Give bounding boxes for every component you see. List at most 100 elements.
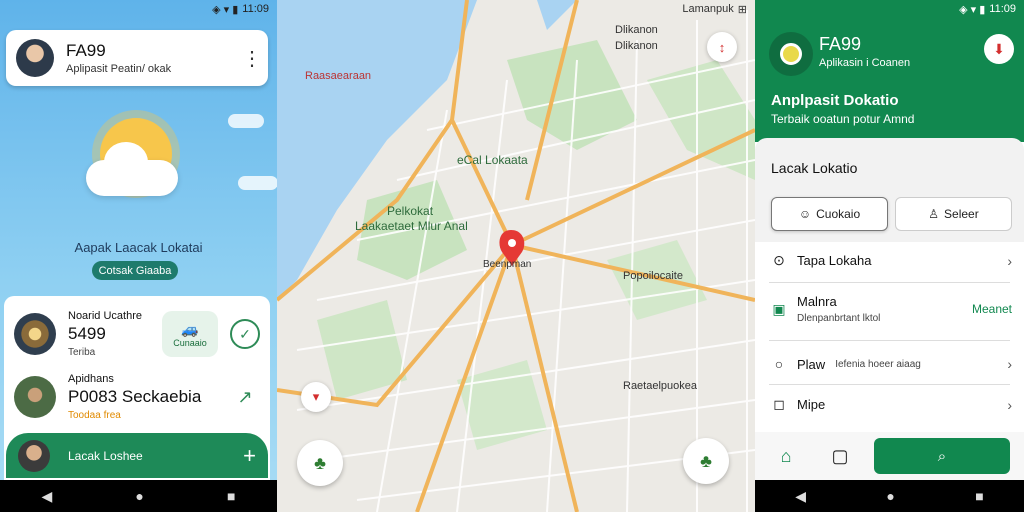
chevron-right-icon: › [1007,396,1012,413]
status-time: 11:09 [989,3,1016,15]
app-title: FA99 [66,41,106,60]
app-logo [769,32,813,76]
home-icon[interactable]: ● [886,488,894,504]
list-item-subtitle: Dlenpanbrtant lktol [797,313,881,324]
more-menu-icon[interactable]: ⋮ [242,46,262,71]
car-icon: 🚙 [181,320,199,337]
arrow-icon[interactable]: ↗ [230,387,260,408]
search-button[interactable]: ⌕ [874,438,1010,474]
tree-right-button[interactable]: ♣ [683,438,729,484]
divider [769,384,1010,385]
edit-icon[interactable]: ▢ [823,446,857,467]
list-item-label: Mipe [797,397,826,412]
segment-option-1[interactable]: ☺ Cuokaio [771,197,888,231]
list-item[interactable]: Noarid Ucathre 5499 Teriba 🚙 Cunaaio ✓ [14,304,260,364]
segment-label: Cuokaio [816,207,861,221]
chevron-right-icon: › [1007,252,1012,269]
row-label: Noarid Ucathre [68,310,142,322]
map-label: eCal Lokaata [457,153,528,167]
check-icon[interactable]: ✓ [230,319,260,349]
thumbnail [14,313,56,355]
system-nav-bar: ◀ ● ■ [0,480,277,512]
screen-location-menu: ◈ ▾ ▮ 11:09 FA99 Aplikasin i Coanen ⬇ An… [755,0,1024,512]
pin-label: Beenpman [483,259,532,270]
cloud-icon [86,142,178,196]
map-label: Dlikanon [615,40,658,52]
location-pin-icon[interactable]: ⬇ [984,34,1014,64]
home-icon[interactable]: ● [135,488,143,504]
list-item-label: Plaw [797,356,826,372]
bottom-bar: ⌂ ▢ ⌕ [755,432,1024,480]
screen-home: ◈ ▾ ▮ 11:09 FA99 Aplipasit Peatin/ okak … [0,0,277,512]
list-item[interactable]: ○ Plaw Iefenia hoeer aiaag › [771,356,1012,372]
home-icon[interactable]: ⌂ [769,446,803,467]
list-item[interactable]: ◻ Mipe › [771,396,1012,413]
list-item-label: Tapa Lokaha [797,253,872,268]
small-cloud [238,176,277,190]
profile-card[interactable]: FA99 Aplipasit Peatin/ okak ⋮ [6,30,268,86]
segment-option-2[interactable]: ♙ Seleer [895,197,1012,231]
hero-heading: Anplpasit Dokatio [771,92,899,109]
segment-label: Seleer [944,207,979,221]
hero-subheading: Terbaik ooatun potur Amnd [771,112,915,126]
search-icon: ⌕ [937,447,947,465]
track-location-label: Lacak Loshee [68,448,143,463]
map-label: Pelkokat [387,204,434,218]
map-label: Raetaelpuokea [623,380,698,392]
hero-text: Aapak Laacak Lokatai [74,240,203,255]
compass-icon[interactable]: ↕ [707,32,737,62]
section-title: Lacak Lokatio [771,160,858,176]
thumbnail [14,376,56,418]
list-item-label: Malnra [797,294,837,309]
direction-button[interactable]: ▾ [301,382,331,412]
avatar [18,439,50,472]
row-value: 5499 [68,324,106,343]
header: ◈ ▾ ▮ 11:09 FA99 Aplikasin i Coanen ⬇ An… [755,0,1024,142]
screen-map[interactable]: Lamanpuk ⊞ Dlikanon Dlikanon Raasaearaan… [277,0,755,512]
recent-apps-icon[interactable]: ■ [975,488,983,504]
weather-button[interactable]: 🚙 Cunaaio [162,311,218,357]
row-caption: Teriba [68,347,96,358]
weather-button-label: Cunaaio [173,337,207,348]
list-item-action[interactable]: Meanet [972,302,1012,316]
add-icon[interactable]: + [243,443,256,469]
status-time: 11:09 [242,3,269,15]
list-item[interactable]: Apidhans P0083 Seckaebia Toodaa frea ↗ [14,372,260,422]
tree-left-button[interactable]: ♣ [297,440,343,486]
map-label: Laakaetaet Mlur Anal [355,219,468,233]
hero-button[interactable]: Cotsak Giaaba [92,261,178,280]
status-bar: ◈ ▾ ▮ 11:09 [0,0,277,18]
track-location-bar[interactable]: Lacak Loshee + [6,433,268,478]
back-icon[interactable]: ◀ [795,488,806,505]
face-icon: ☺ [798,207,812,221]
system-nav-bar: ◀ ● ■ [755,480,1024,512]
status-icons: ◈ ▾ ▮ [212,3,239,16]
map-top-right-label: Lamanpuk [682,3,734,15]
divider [769,282,1010,283]
app-title: FA99 [819,34,862,54]
map-label: Raasaearaan [305,70,372,82]
list-item[interactable]: ▣ Malnra Dlenpanbrtant lktol Meanet [771,294,1012,324]
location-icon: ⊙ [773,252,785,268]
app-subtitle: Aplikasin i Coanen [819,57,911,69]
small-cloud [228,114,264,128]
row-label: Apidhans [68,373,114,385]
status-icons: ◈ ▾ ▮ [959,3,986,16]
status-bar: ◈ ▾ ▮ 11:09 [755,0,1024,18]
list-item[interactable]: ⊙ Tapa Lokaha › [771,252,1012,269]
map-label: Dlikanon [615,24,658,36]
row-value: P0083 Seckaebia [68,387,202,406]
status-bar: Lamanpuk ⊞ [277,0,755,18]
map-label: Popoilocaite [623,270,683,282]
chevron-right-icon: › [1007,356,1012,372]
recent-apps-icon[interactable]: ■ [227,488,235,504]
back-icon[interactable]: ◀ [42,488,53,505]
map-icon: ▣ [772,300,786,317]
app-subtitle: Aplipasit Peatin/ okak [66,63,172,75]
circle-icon: ○ [774,356,784,372]
person-icon: ♙ [928,207,940,221]
list-item-subtitle: Iefenia hoeer aiaag [835,358,921,370]
map-badge: ⊞ [737,3,747,16]
row-caption: Toodaa frea [68,410,121,421]
divider [769,340,1010,341]
